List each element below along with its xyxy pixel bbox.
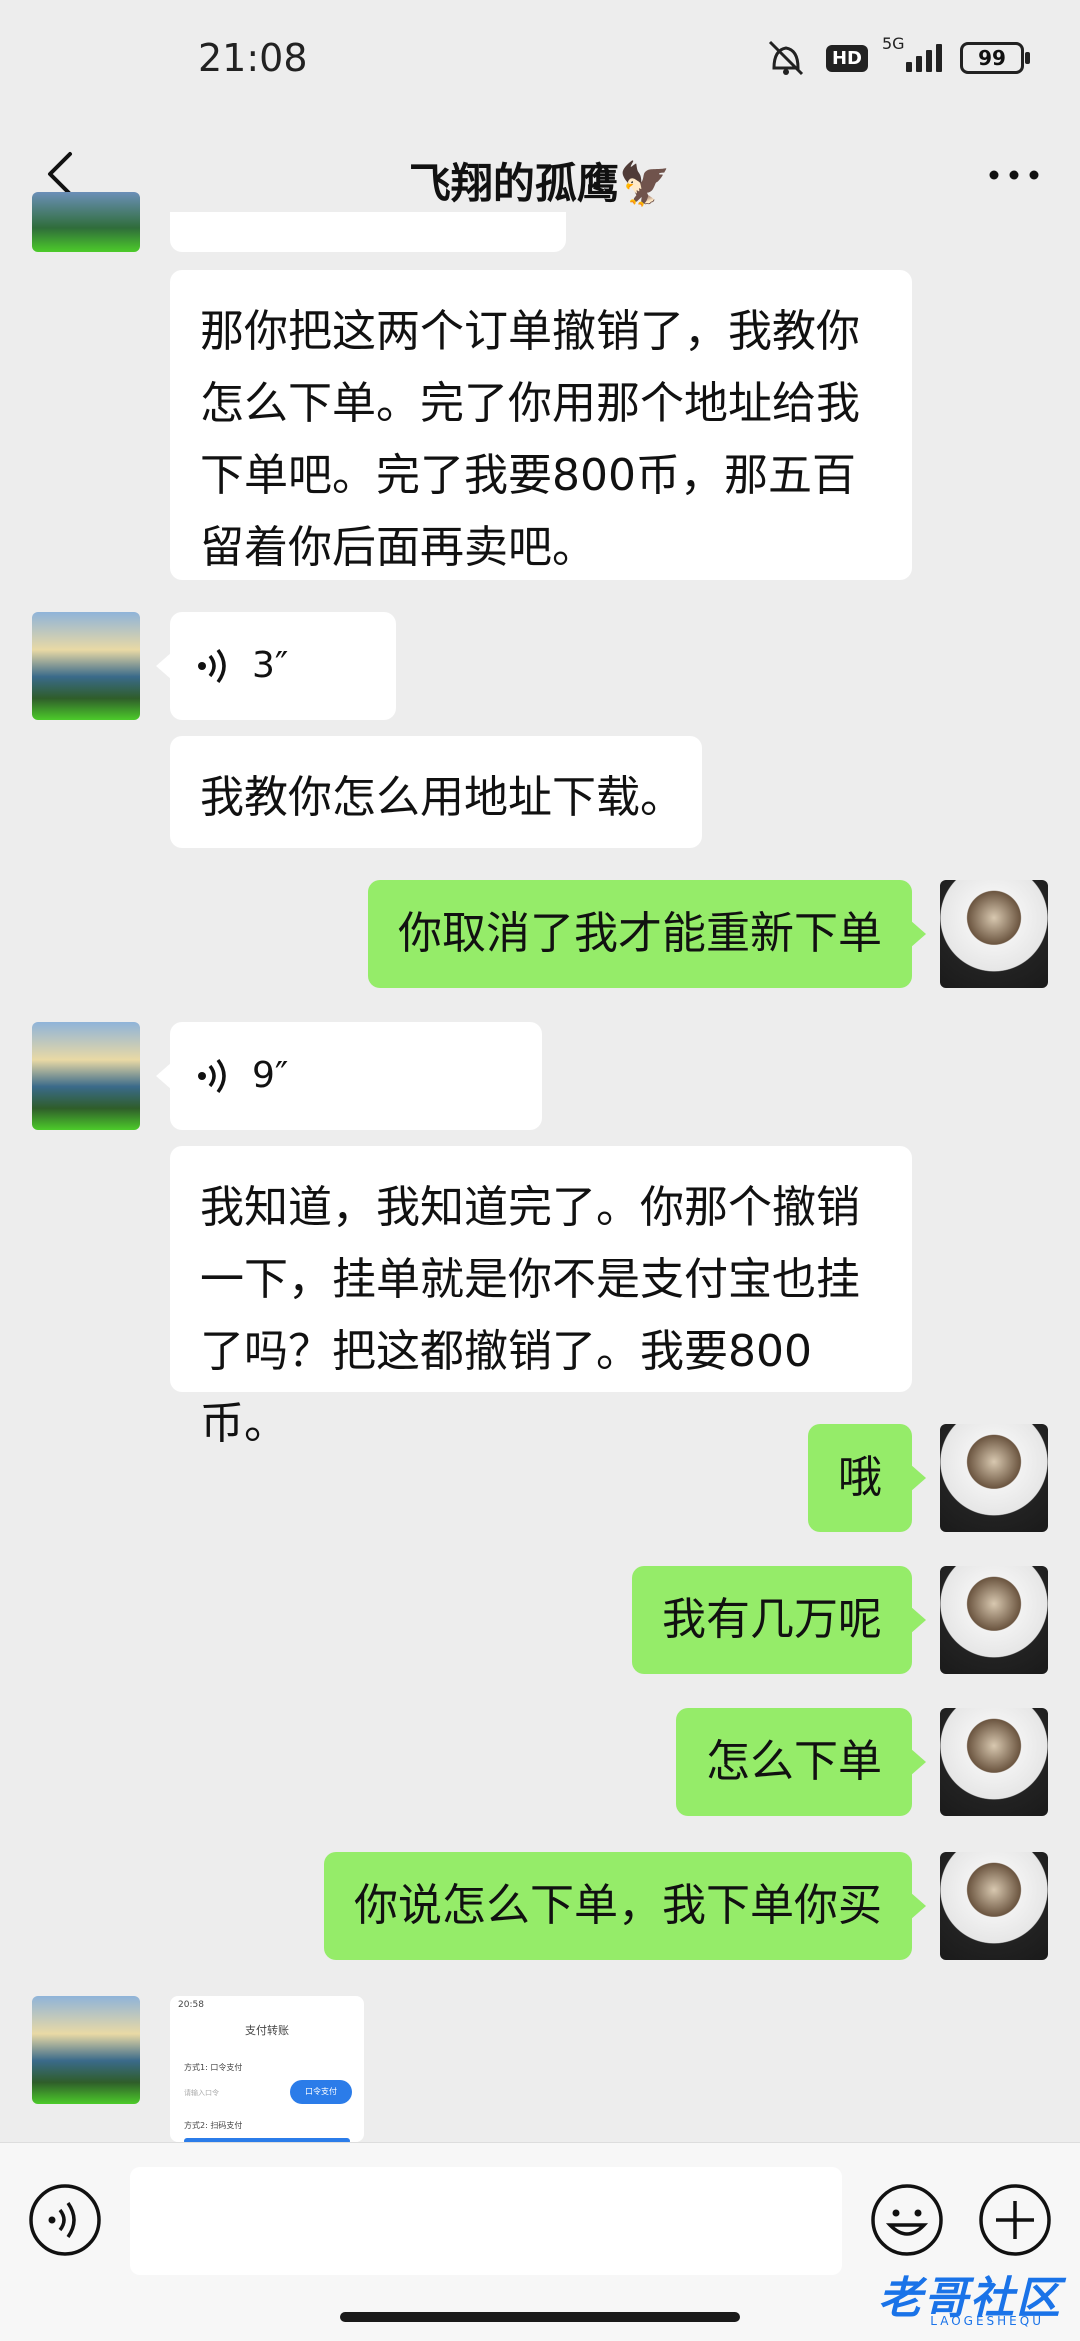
more-icon[interactable]	[984, 150, 1044, 200]
network-label: 5G	[882, 34, 905, 53]
message-bubble[interactable]: 你取消了我才能重新下单	[368, 880, 926, 988]
mute-bell-icon	[768, 40, 804, 76]
message-bubble[interactable]: 哦	[808, 1424, 926, 1532]
thumb-method1: 方式1: 口令支付	[184, 2063, 243, 2072]
message-bubble[interactable]: 我教你怎么用地址下载。	[170, 736, 702, 848]
plus-icon[interactable]	[978, 2183, 1052, 2257]
message-text: 我教你怎么用地址下载。	[200, 772, 684, 823]
message-text: 那你把这两个订单撤销了，我教你怎么下单。完了你用那个地址给我下单吧。完了我要80…	[200, 306, 860, 573]
message-bubble[interactable]: 我知道，我知道完了。你那个撤销一下，挂单就是你不是支付宝也挂了吗？把这都撤销了。…	[170, 1146, 912, 1449]
thumb-button: 口令支付	[290, 2080, 352, 2104]
message-text: 怎么下单	[706, 1736, 882, 1787]
thumb-time: 20:58	[178, 2000, 204, 2010]
avatar-self[interactable]	[940, 880, 1048, 988]
home-indicator[interactable]	[340, 2312, 740, 2322]
avatar-self[interactable]	[940, 1708, 1048, 1816]
status-bar: 21:08 HD 5G 99	[0, 0, 1080, 120]
hd-badge: HD	[825, 44, 868, 72]
message-bubble[interactable]: 那你把这两个订单撤销了，我教你怎么下单。完了你用那个地址给我下单吧。完了我要80…	[170, 270, 912, 580]
avatar-other[interactable]	[32, 1996, 140, 2104]
chat-title: 飞翔的孤鹰🦅	[408, 159, 672, 208]
message-text: 我有几万呢	[662, 1594, 882, 1645]
message-bubble[interactable]: 怎么下单	[676, 1708, 926, 1816]
message-bubble[interactable]: 我有几万呢	[632, 1566, 926, 1674]
battery-level: 99	[978, 46, 1006, 70]
avatar-other[interactable]	[32, 192, 140, 252]
message-text: 我知道，我知道完了。你那个撤销一下，挂单就是你不是支付宝也挂了吗？把这都撤销了。…	[200, 1182, 860, 1449]
avatar-self[interactable]	[940, 1566, 1048, 1674]
message-bubble[interactable]: 你说怎么下单，我下单你买	[324, 1852, 926, 1960]
image-message[interactable]: 20:58 支付转账 方式1: 口令支付 请输入口令 口令支付 方式2: 扫码支…	[170, 1996, 364, 2142]
voice-message[interactable]: 9″	[156, 1022, 542, 1130]
message-text: 哦	[838, 1452, 882, 1503]
voice-duration: 3″	[252, 645, 289, 686]
message-text: 你说怎么下单，我下单你买	[354, 1880, 882, 1931]
status-time: 21:08	[198, 36, 308, 80]
emoji-icon[interactable]	[870, 2183, 944, 2257]
thumb-method2: 方式2: 扫码支付	[184, 2121, 243, 2130]
battery-icon: 99	[960, 42, 1030, 74]
avatar-other[interactable]	[32, 1022, 140, 1130]
signal-icon: 5G	[882, 34, 942, 72]
avatar-other[interactable]	[32, 612, 140, 720]
voice-icon	[198, 1058, 226, 1094]
voice-input-icon[interactable]	[28, 2183, 102, 2257]
thumb-title: 支付转账	[245, 2024, 289, 2037]
voice-message[interactable]: 3″	[156, 612, 396, 720]
status-icons: HD 5G 99	[764, 34, 1030, 78]
partial-bubble	[170, 212, 566, 252]
watermark-sub: LAOGESHEQU	[930, 2314, 1044, 2328]
voice-icon	[198, 648, 226, 684]
voice-duration: 9″	[252, 1055, 289, 1096]
avatar-self[interactable]	[940, 1424, 1048, 1532]
message-input[interactable]	[130, 2167, 842, 2275]
thumb-placeholder: 请输入口令	[184, 2089, 219, 2097]
message-text: 你取消了我才能重新下单	[398, 908, 882, 959]
avatar-self[interactable]	[940, 1852, 1048, 1960]
